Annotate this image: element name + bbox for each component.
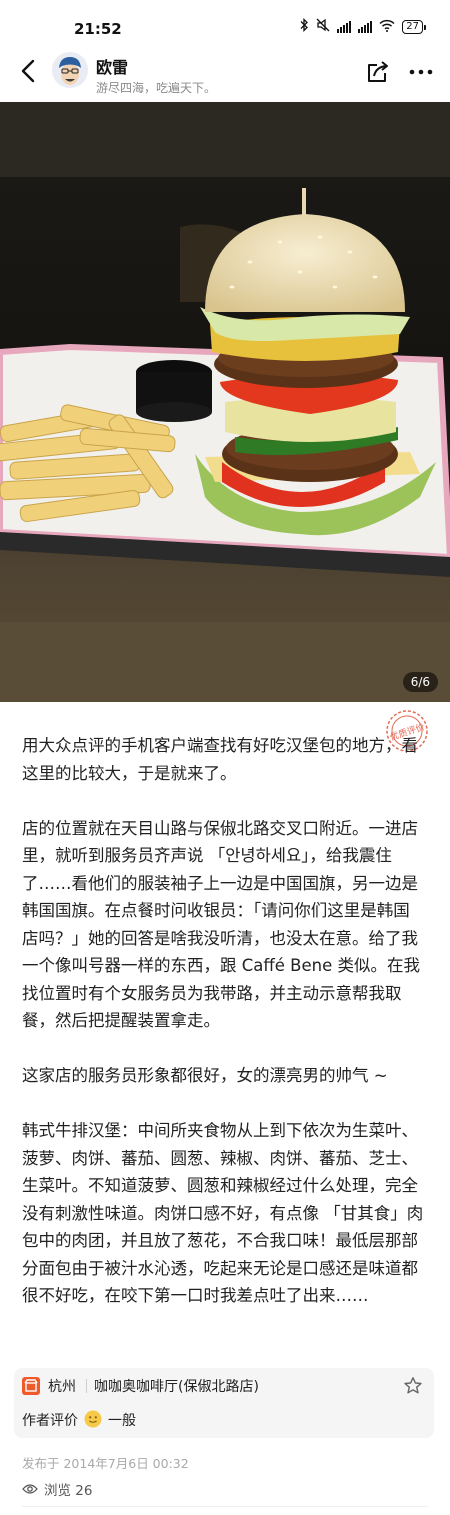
- post-paragraph: 这家店的服务员形象都很好，女的漂亮男的帅气 ~: [22, 1066, 388, 1085]
- shop-icon: [22, 1377, 40, 1395]
- place-separator: [86, 1379, 87, 1393]
- author-name[interactable]: 欧雷: [96, 54, 128, 78]
- mute-icon: [316, 18, 330, 36]
- battery-level: 27: [402, 20, 423, 34]
- status-time: 21:52: [74, 20, 122, 38]
- share-button[interactable]: [364, 58, 392, 86]
- post-paragraph: 店的位置就在天目山路与保俶北路交叉口附近。一进店里，就听到服务员齐声说 「안녕하…: [22, 818, 420, 1031]
- wifi-icon: [379, 19, 395, 36]
- view-count-label: 浏览 26: [44, 1483, 93, 1499]
- rating-value: 一般: [108, 1413, 136, 1429]
- more-button[interactable]: [406, 58, 436, 86]
- place-name[interactable]: 咖咖奥咖啡厅(保俶北路店): [94, 1376, 259, 1396]
- hd-signal-icon: [358, 21, 373, 33]
- post-photo[interactable]: 6/6: [0, 102, 450, 702]
- avatar[interactable]: [52, 52, 88, 88]
- eye-icon: [22, 1484, 38, 1494]
- share-icon: [368, 61, 388, 82]
- author-bio: 游尽四海，吃遍天下。: [96, 81, 217, 95]
- post-header: 欧雷 游尽四海，吃遍天下。: [0, 44, 450, 102]
- place-city: 杭州: [48, 1379, 76, 1395]
- star-outline-icon: [404, 1377, 422, 1394]
- chevron-left-icon: [21, 59, 35, 83]
- favorite-button[interactable]: [403, 1376, 423, 1396]
- photo-counter: 6/6: [402, 672, 438, 692]
- back-button[interactable]: [14, 56, 44, 86]
- status-icons: 27: [299, 17, 426, 36]
- hd-signal-icon: [337, 21, 352, 33]
- burger-photo: [0, 102, 450, 702]
- battery-icon: 27: [402, 20, 426, 34]
- more-icon: [409, 69, 433, 75]
- smile-face-icon: [84, 1410, 102, 1428]
- rating-label: 作者评价: [22, 1413, 78, 1429]
- view-count: 浏览 26: [22, 1479, 92, 1499]
- post-body: 用大众点评的手机客户端查找有好吃汉堡包的地方，看这里的比较大，于是就来了。 店的…: [22, 732, 426, 1337]
- bluetooth-icon: [299, 17, 309, 36]
- post-paragraph: 用大众点评的手机客户端查找有好吃汉堡包的地方，看这里的比较大，于是就来了。: [22, 736, 418, 783]
- divider: [22, 1506, 428, 1507]
- post-paragraph: 韩式牛排汉堡：中间所夹食物从上到下依次为生菜叶、菠萝、肉饼、蕃茄、圆葱、辣椒、肉…: [22, 1121, 424, 1305]
- status-bar: 21:52 27: [0, 0, 450, 44]
- publish-time: 发布于 2014年7月6日 00:32: [22, 1456, 189, 1471]
- place-card[interactable]: 杭州 咖咖奥咖啡厅(保俶北路店) 作者评价 一般: [14, 1368, 434, 1438]
